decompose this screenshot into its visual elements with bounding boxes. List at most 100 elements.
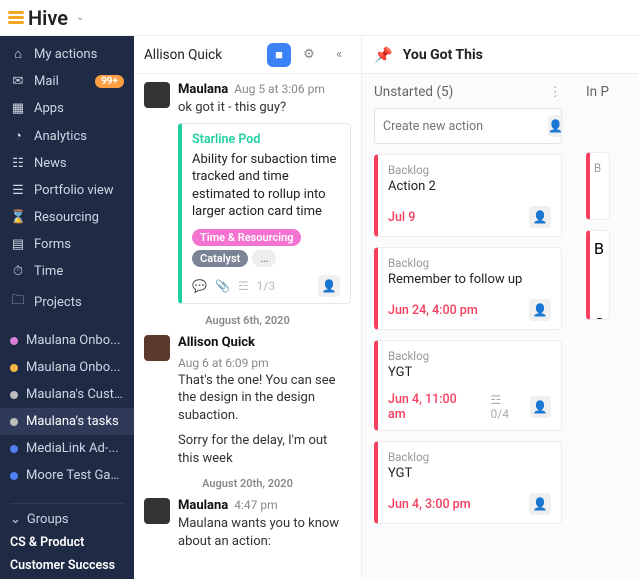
message-author: Allison Quick [178,335,255,350]
board-column-unstarted: Unstarted (5) ⋮ 👤 BacklogAction 2Jul 9👤B… [362,74,574,579]
project-dot-icon [10,337,18,345]
message-text: That's the one! You can see the design i… [178,372,351,425]
card-status: Backlog [388,163,551,177]
nav-item-forms[interactable]: ▤Forms [0,231,134,258]
action-card-peek[interactable]: B [586,152,610,220]
collapse-button[interactable]: « [327,43,351,67]
nav-item-resourcing[interactable]: ⌛Resourcing [0,204,134,231]
avatar[interactable] [144,498,170,524]
message: Maulana4:47 pmMaulana wants you to know … [144,498,351,550]
message-text: Sorry for the delay, I'm out this week [178,432,351,467]
project-label: Maulana Onbo... [26,333,120,348]
assign-user-button[interactable]: 👤 [548,115,563,137]
group-item[interactable]: Customer Success [10,554,124,577]
avatar[interactable] [144,335,170,361]
nav-item-chart[interactable]: ◔Analytics [0,122,134,150]
card-title: YGT [388,365,551,380]
create-action-input-wrap[interactable]: 👤 [374,108,562,144]
conversation-title: Allison Quick [144,47,261,63]
comment-icon[interactable]: 💬 [192,279,207,293]
project-item[interactable]: Maulana's Cust... [0,381,134,408]
card-due-date: Jun 24, 4:00 pm [388,303,478,318]
action-card[interactable]: BacklogRemember to follow upJun 24, 4:00… [374,247,562,330]
project-dot-icon [10,472,18,480]
assignee-chip[interactable]: 👤 [529,206,551,228]
action-card[interactable]: Backlog YGT Jun 4, 3:00 pm 👤 [374,441,562,524]
linked-action-card[interactable]: Starline PodAbility for subaction time t… [178,123,351,304]
pin-icon[interactable]: 📌 [374,46,393,64]
action-card-peek[interactable]: B C [586,230,610,320]
project-label: Maulana's Cust... [26,387,124,402]
assignee-chip[interactable]: 👤 [318,275,340,297]
message: Allison QuickAug 6 at 6:09 pmThat's the … [144,335,351,468]
project-item[interactable]: Maulana Onbo... [0,327,134,354]
board-column-in-progress: In P B B C [574,74,614,579]
date-separator: August 20th, 2020 [144,477,351,490]
mail-icon: ✉ [10,74,26,89]
project-label: Maulana's tasks [26,414,119,429]
nav-item-portfolio[interactable]: ☰Portfolio view [0,177,134,204]
video-call-button[interactable]: ■ [267,43,291,67]
nav-item-news[interactable]: ☷ News [0,150,134,177]
nav-item-home[interactable]: ⌂My actions [0,40,134,68]
home-icon: ⌂ [10,46,26,62]
project-label: Moore Test Gantt [26,468,124,483]
sidebar: ⌂My actions✉Mail99+▦Apps◔Analytics ☷ News ☰… [0,36,134,579]
project-dot-icon [10,445,18,453]
chevron-down-icon: ⌄ [76,12,84,23]
nav-item-mail[interactable]: ✉Mail99+ [0,68,134,95]
groups-toggle[interactable]: ⌄ Groups [10,508,124,531]
nav-item-time[interactable]: ⏱ Time [0,258,134,285]
nav-item-grid[interactable]: ▦Apps [0,95,134,122]
column-menu-button[interactable]: ⋮ [549,84,563,100]
card-status: Backlog [388,450,551,464]
nav-label: News [34,156,67,171]
project-item[interactable]: Moore Test Gantt [0,462,134,489]
subaction-count: 1/3 [257,279,275,293]
nav-label: Forms [34,237,71,252]
assignee-chip[interactable]: 👤 [529,299,551,321]
more-tags[interactable]: … [252,250,276,267]
gear-icon: ⚙ [303,47,315,62]
assignee-chip[interactable]: 👤 [529,493,551,515]
card-due-date: Jun 4, 3:00 pm [388,497,471,512]
card-title: Ability for subaction time tracked and t… [192,151,340,221]
message-author: Maulana [178,498,228,513]
nav-item-folder[interactable]: 🗀Projects [0,285,134,319]
nav-label: Projects [34,295,82,310]
card-status: B [594,161,605,175]
card-status: Backlog [388,349,551,363]
brand-name: Hive [28,6,68,30]
grid-icon: ▦ [10,101,26,116]
avatar[interactable] [144,82,170,108]
resourcing-icon: ⌛ [10,210,26,225]
card-title: Remember to follow up [388,272,551,287]
board-title: You Got This [403,47,483,63]
nav-label: Time [34,264,63,279]
time-icon: ⏱ [10,264,26,279]
tag[interactable]: Time & Resourcing [192,229,301,246]
unread-badge: 99+ [95,75,124,88]
news-icon: ☷ [10,156,26,171]
project-item[interactable]: MediaLink Ad-... [0,435,134,462]
chart-icon: ◔ [10,128,26,144]
attachment-icon[interactable]: 📎 [215,279,230,293]
tag[interactable]: Catalyst [192,250,248,267]
action-card[interactable]: BacklogYGTJun 4, 11:00 am☲ 0/4👤 [374,340,562,431]
card-title: YGT [388,466,551,481]
project-item[interactable]: Maulana's tasks [0,408,134,435]
group-item[interactable]: CS & Product [10,531,124,554]
project-dot-icon [10,391,18,399]
card-due-date: Jun 4, 11:00 am [388,392,475,422]
list-icon: ☲ [238,279,249,293]
collapse-icon: « [336,47,342,62]
card-title: Action 2 [388,179,551,194]
action-card[interactable]: BacklogAction 2Jul 9👤 [374,154,562,237]
app-logo[interactable]: Hive ⌄ [8,6,84,30]
project-item[interactable]: Maulana Onbo... [0,354,134,381]
settings-button[interactable]: ⚙ [297,43,321,67]
create-action-input[interactable] [383,119,542,134]
message-author: Maulana [178,82,228,97]
assignee-chip[interactable]: 👤 [530,396,551,418]
groups-label: Groups [27,512,69,527]
